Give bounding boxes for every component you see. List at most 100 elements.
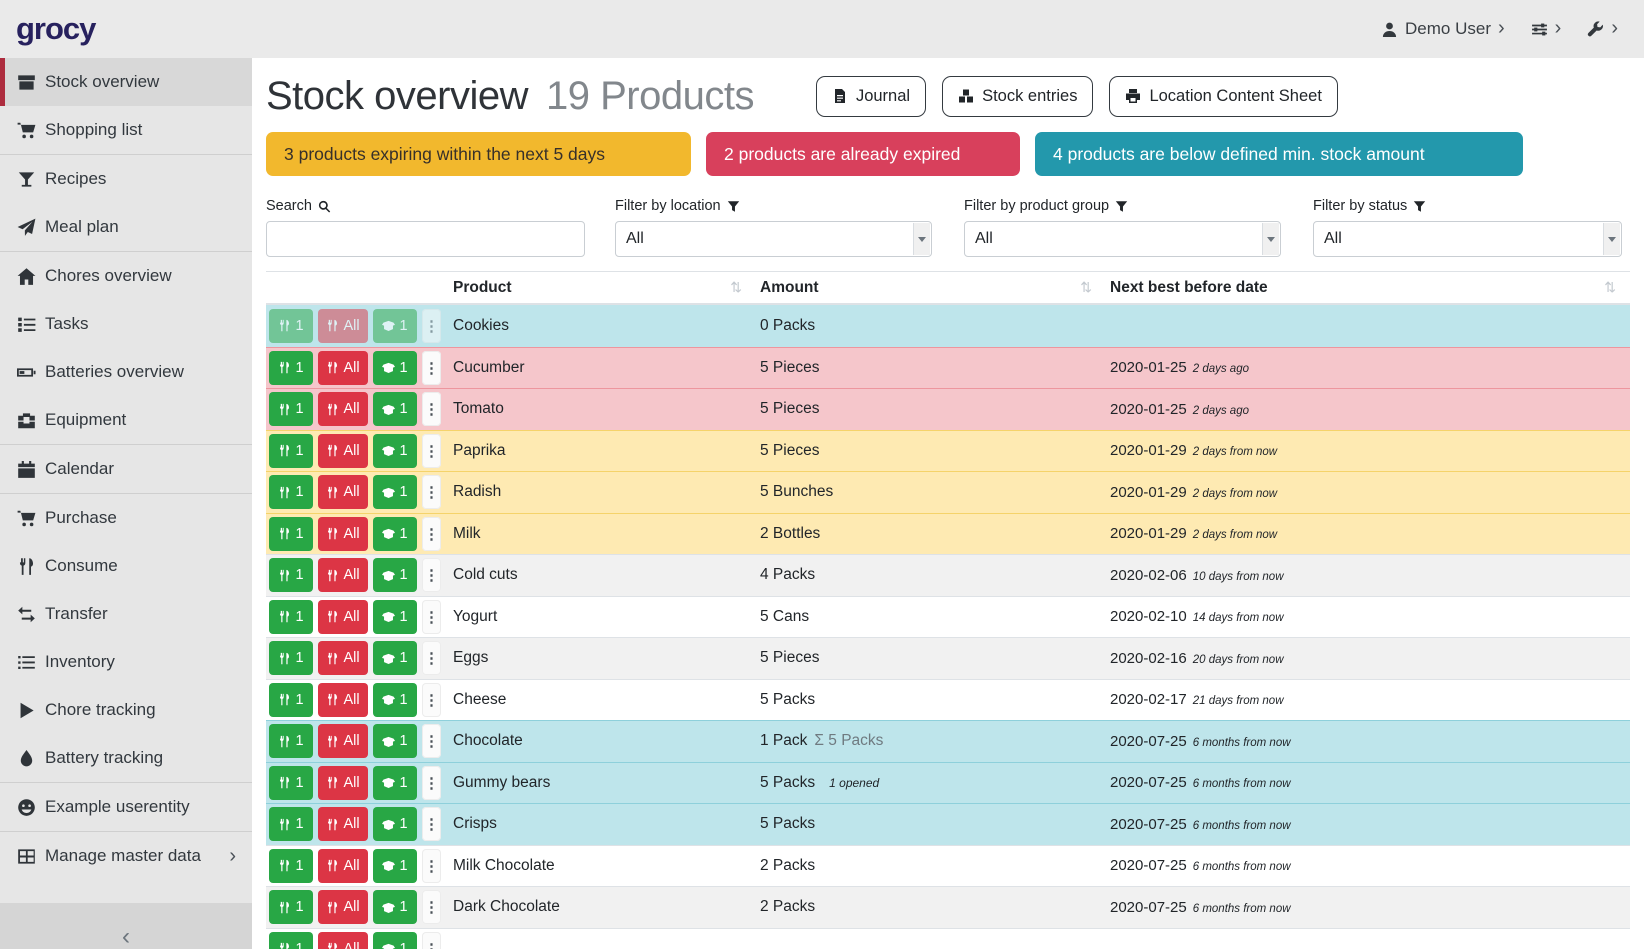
sidebar-item-consume[interactable]: Consume xyxy=(0,542,252,590)
sort-icon[interactable]: ⇅ xyxy=(730,279,742,296)
open-one-button[interactable]: 1 xyxy=(373,849,417,883)
sidebar-item-chores-overview[interactable]: Chores overview xyxy=(0,252,252,300)
consume-one-button[interactable]: 1 xyxy=(269,641,313,675)
sidebar-item-batteries-overview[interactable]: Batteries overview xyxy=(0,348,252,396)
sidebar-item-calendar[interactable]: Calendar xyxy=(0,445,252,493)
consume-all-button[interactable]: All xyxy=(318,683,368,717)
consume-one-button[interactable]: 1 xyxy=(269,600,313,634)
product-group-select[interactable]: All xyxy=(964,221,1281,257)
consume-one-button[interactable]: 1 xyxy=(269,475,313,509)
sidebar-item-recipes[interactable]: Recipes xyxy=(0,155,252,203)
open-one-button[interactable]: 1 xyxy=(373,807,417,841)
consume-all-button[interactable]: All xyxy=(318,475,368,509)
row-more-menu-button[interactable]: ⋮ xyxy=(422,517,441,551)
sidebar-item-transfer[interactable]: Transfer xyxy=(0,590,252,638)
consume-one-button[interactable]: 1 xyxy=(269,766,313,800)
sidebar-item-chore-tracking[interactable]: Chore tracking xyxy=(0,686,252,734)
open-one-button[interactable]: 1 xyxy=(373,558,417,592)
open-one-button[interactable]: 1 xyxy=(373,932,417,949)
sidebar-item-purchase[interactable]: Purchase xyxy=(0,494,252,542)
expired-alert[interactable]: 2 products are already expired xyxy=(706,132,1020,176)
row-more-menu-button[interactable]: ⋮ xyxy=(422,392,441,426)
open-one-button[interactable]: 1 xyxy=(373,890,417,924)
open-one-button[interactable]: 1 xyxy=(373,766,417,800)
sidebar-item-shopping-list[interactable]: Shopping list xyxy=(0,106,252,154)
open-one-button[interactable]: 1 xyxy=(373,309,417,343)
row-more-menu-button[interactable]: ⋮ xyxy=(422,766,441,800)
open-one-button[interactable]: 1 xyxy=(373,641,417,675)
admin-menu[interactable]: › xyxy=(1587,18,1618,41)
consume-one-button[interactable]: 1 xyxy=(269,392,313,426)
open-one-button[interactable]: 1 xyxy=(373,392,417,426)
location-content-sheet-button[interactable]: Location Content Sheet xyxy=(1109,76,1337,117)
user-menu[interactable]: Demo User › xyxy=(1381,18,1505,41)
settings-menu[interactable]: › xyxy=(1531,18,1562,41)
row-more-menu-button[interactable]: ⋮ xyxy=(422,309,441,343)
consume-all-button[interactable]: All xyxy=(318,434,368,468)
consume-all-button[interactable]: All xyxy=(318,641,368,675)
row-more-menu-button[interactable]: ⋮ xyxy=(422,724,441,758)
consume-all-button[interactable]: All xyxy=(318,600,368,634)
consume-all-button[interactable]: All xyxy=(318,932,368,949)
consume-one-button[interactable]: 1 xyxy=(269,849,313,883)
sort-icon[interactable]: ⇅ xyxy=(1604,279,1616,296)
row-more-menu-button[interactable]: ⋮ xyxy=(422,807,441,841)
row-more-menu-button[interactable]: ⋮ xyxy=(422,890,441,924)
consume-all-button[interactable]: All xyxy=(318,392,368,426)
consume-one-button[interactable]: 1 xyxy=(269,932,313,949)
consume-one-button[interactable]: 1 xyxy=(269,517,313,551)
sidebar-item-manage-master-data[interactable]: Manage master data › xyxy=(0,832,252,880)
sidebar-item-battery-tracking[interactable]: Battery tracking xyxy=(0,734,252,782)
row-more-menu-button[interactable]: ⋮ xyxy=(422,932,441,949)
row-more-menu-button[interactable]: ⋮ xyxy=(422,434,441,468)
consume-all-button[interactable]: All xyxy=(318,517,368,551)
row-more-menu-button[interactable]: ⋮ xyxy=(422,683,441,717)
consume-all-button[interactable]: All xyxy=(318,807,368,841)
row-more-menu-button[interactable]: ⋮ xyxy=(422,351,441,385)
row-more-menu-button[interactable]: ⋮ xyxy=(422,600,441,634)
sidebar-item-meal-plan[interactable]: Meal plan xyxy=(0,203,252,251)
consume-all-button[interactable]: All xyxy=(318,766,368,800)
consume-one-button[interactable]: 1 xyxy=(269,309,313,343)
open-one-button[interactable]: 1 xyxy=(373,517,417,551)
sidebar-item-equipment[interactable]: Equipment xyxy=(0,396,252,444)
open-one-button[interactable]: 1 xyxy=(373,724,417,758)
row-more-menu-button[interactable]: ⋮ xyxy=(422,558,441,592)
consume-all-button[interactable]: All xyxy=(318,351,368,385)
consume-one-button[interactable]: 1 xyxy=(269,351,313,385)
below-min-stock-alert[interactable]: 4 products are below defined min. stock … xyxy=(1035,132,1523,176)
sidebar-item-example-userentity[interactable]: Example userentity xyxy=(0,783,252,831)
open-one-button[interactable]: 1 xyxy=(373,434,417,468)
consume-all-button[interactable]: All xyxy=(318,849,368,883)
consume-one-button[interactable]: 1 xyxy=(269,890,313,924)
open-one-button[interactable]: 1 xyxy=(373,351,417,385)
row-more-menu-button[interactable]: ⋮ xyxy=(422,641,441,675)
consume-all-button[interactable]: All xyxy=(318,309,368,343)
sidebar-item-stock-overview[interactable]: Stock overview xyxy=(0,58,252,106)
consume-one-button[interactable]: 1 xyxy=(269,558,313,592)
consume-one-button[interactable]: 1 xyxy=(269,807,313,841)
search-input[interactable] xyxy=(266,221,585,257)
open-one-button[interactable]: 1 xyxy=(373,600,417,634)
sidebar-collapse-button[interactable]: ‹ xyxy=(122,925,130,949)
column-header-product[interactable]: Product ⇅ xyxy=(451,272,756,303)
sidebar-item-tasks[interactable]: Tasks xyxy=(0,300,252,348)
row-more-menu-button[interactable]: ⋮ xyxy=(422,849,441,883)
consume-one-button[interactable]: 1 xyxy=(269,724,313,758)
consume-one-button[interactable]: 1 xyxy=(269,683,313,717)
journal-button[interactable]: Journal xyxy=(816,76,926,117)
consume-all-button[interactable]: All xyxy=(318,890,368,924)
stock-entries-button[interactable]: Stock entries xyxy=(942,76,1093,117)
consume-all-button[interactable]: All xyxy=(318,724,368,758)
row-more-menu-button[interactable]: ⋮ xyxy=(422,475,441,509)
open-one-button[interactable]: 1 xyxy=(373,683,417,717)
consume-one-button[interactable]: 1 xyxy=(269,434,313,468)
expiring-soon-alert[interactable]: 3 products expiring within the next 5 da… xyxy=(266,132,691,176)
column-header-amount[interactable]: Amount ⇅ xyxy=(756,272,1106,303)
column-header-next-best-before-date[interactable]: Next best before date ⇅ xyxy=(1106,272,1630,303)
sidebar-item-inventory[interactable]: Inventory xyxy=(0,638,252,686)
open-one-button[interactable]: 1 xyxy=(373,475,417,509)
sort-icon[interactable]: ⇅ xyxy=(1080,279,1092,296)
consume-all-button[interactable]: All xyxy=(318,558,368,592)
location-select[interactable]: All xyxy=(615,221,932,257)
